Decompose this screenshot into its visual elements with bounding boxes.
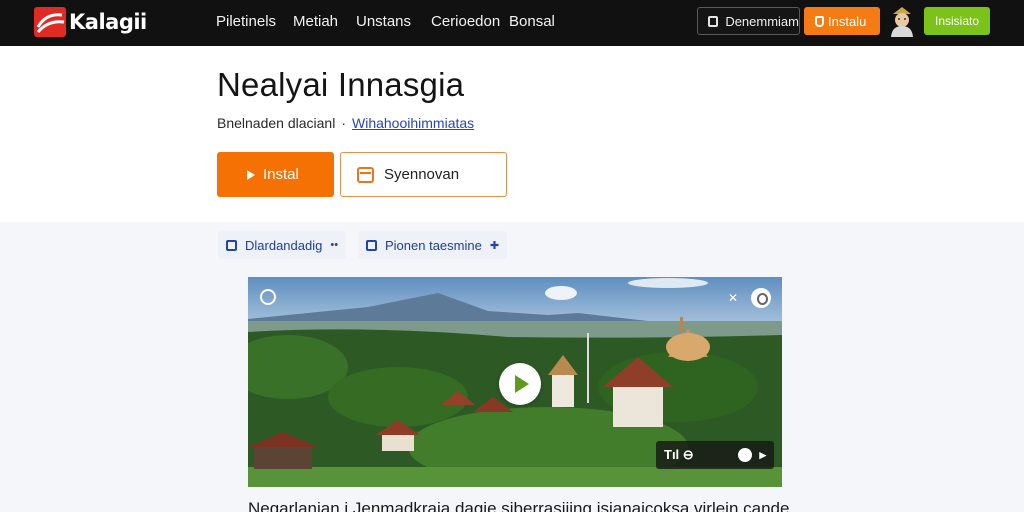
logo-icon	[34, 7, 66, 37]
green-action-button[interactable]: Insisiato	[924, 7, 990, 35]
meta-text: Bnelnaden dlacianl	[217, 115, 336, 131]
chip-tail: ✚	[489, 239, 500, 252]
chip-label: Pionen taesmine	[385, 237, 482, 253]
install-icon	[815, 15, 824, 27]
play-icon	[247, 169, 255, 180]
meta-link[interactable]: Wihahooihimmiatas	[352, 115, 474, 131]
sync-button-label: Syennovan	[384, 166, 460, 183]
clipboard-icon	[226, 239, 237, 251]
fullscreen-icon[interactable]: ▸	[759, 447, 766, 463]
sync-button[interactable]: Syennovan	[340, 152, 507, 197]
video-player[interactable]: ✕ Tıl ⊖ ▸	[248, 277, 782, 487]
nav-item-bonsal[interactable]: Bonsal	[509, 13, 555, 30]
play-button-icon[interactable]	[499, 363, 541, 405]
nav-item-cerioedon[interactable]: Cerioedon	[431, 13, 500, 30]
video-controls: Tıl ⊖ ▸	[656, 441, 774, 469]
meta-separator: ·	[341, 115, 346, 131]
demo-button[interactable]: Denemmiam	[697, 7, 800, 35]
page-title: Nealyai Innasgia	[217, 66, 465, 103]
install-button[interactable]: Instal	[217, 152, 334, 197]
brand-name: Kalagii	[69, 10, 147, 34]
chip-label: Dlardandadig	[245, 237, 323, 253]
nav-item-piletinels[interactable]: Piletinels	[216, 13, 276, 30]
calendar-icon	[357, 166, 374, 183]
top-navbar: Kalagii Piletinels Metiah Unstans Cerioe…	[0, 0, 1024, 46]
circle-icon[interactable]	[260, 289, 276, 305]
install-button-label: Instal	[263, 166, 299, 183]
page-meta: Bnelnaden dlacianl · Wihahooihimmiatas	[217, 115, 474, 131]
chip-tail: ••	[330, 239, 339, 251]
chip-person[interactable]: Pionen taesmine ✚	[358, 231, 508, 259]
demo-button-label: Denemmiam	[725, 13, 799, 29]
install-top-button[interactable]: Instalu	[804, 7, 880, 35]
close-icon[interactable]: ✕	[728, 291, 738, 305]
brand-logo[interactable]: Kalagii	[34, 6, 147, 38]
controls-label: Tıl ⊖	[664, 447, 694, 462]
search-icon[interactable]	[751, 288, 771, 308]
avatar-icon[interactable]	[888, 5, 916, 37]
nav-item-metiah[interactable]: Metiah	[293, 13, 338, 30]
settings-icon[interactable]	[738, 448, 753, 462]
play-triangle	[515, 375, 529, 393]
video-description: Negarlanian i Jenmadkraia dagie siberras…	[248, 499, 790, 512]
person-edit-icon	[366, 239, 377, 251]
window-icon	[708, 15, 719, 27]
chip-dashboard[interactable]: Dlardandadig ••	[218, 231, 347, 259]
nav-item-unstans[interactable]: Unstans	[356, 13, 411, 30]
install-top-label: Instalu	[828, 13, 867, 29]
